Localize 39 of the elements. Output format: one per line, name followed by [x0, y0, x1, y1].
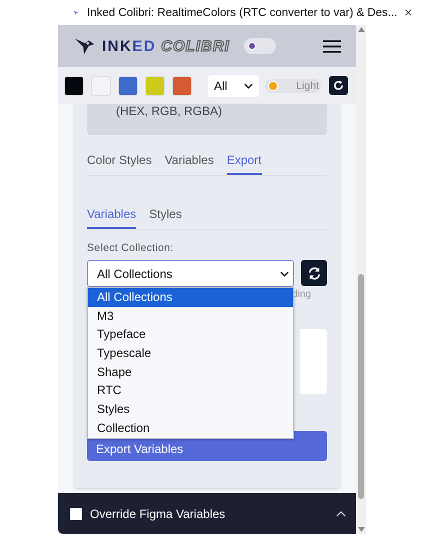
bird-logo-icon	[74, 36, 96, 56]
tab[interactable]: Styles	[149, 207, 182, 229]
scrollbar[interactable]	[356, 25, 366, 534]
theme-toggle[interactable]	[244, 38, 276, 54]
tab[interactable]: Export	[226, 153, 262, 175]
tab[interactable]: Variables	[164, 153, 214, 175]
dropdown-option[interactable]: Typeface	[88, 325, 293, 344]
close-icon[interactable]	[405, 7, 412, 18]
color-swatch[interactable]	[118, 76, 138, 96]
color-swatch[interactable]	[172, 76, 192, 96]
filter-select[interactable]: All	[208, 74, 259, 96]
dropdown-option[interactable]: Styles	[88, 400, 293, 419]
dropdown-option[interactable]: All Collections	[88, 288, 293, 307]
logo-text: COLIBRI	[161, 38, 230, 54]
menu-icon[interactable]	[323, 40, 341, 52]
caret-icon	[280, 270, 289, 276]
caret-icon	[244, 82, 253, 88]
scroll-up-icon[interactable]	[358, 27, 364, 32]
checkbox-label: Override Figma Variables	[90, 506, 226, 520]
refresh-icon	[333, 80, 344, 91]
dropdown-option[interactable]: M3	[88, 306, 293, 326]
scroll-down-icon[interactable]	[358, 527, 364, 532]
checkbox[interactable]	[70, 508, 82, 520]
format-note: (HEX, RGB, RGBA)	[87, 104, 327, 135]
tab[interactable]: Variables	[87, 207, 136, 229]
color-swatch[interactable]	[145, 76, 165, 96]
color-swatch[interactable]	[91, 76, 111, 96]
dropdown-option[interactable]: Typescale	[88, 344, 293, 363]
tab[interactable]: Color Styles	[87, 153, 152, 175]
dropdown-option[interactable]: Shape	[88, 362, 293, 382]
sync-icon	[306, 266, 322, 280]
field-label: Select Collection:	[87, 242, 175, 254]
sync-button[interactable]	[301, 260, 327, 286]
color-swatch[interactable]	[64, 76, 84, 96]
page-title: Inked Colibri: RealtimeColors (RTC converter to var) & Des...	[87, 6, 398, 18]
dropdown-option[interactable]: RTC	[88, 381, 293, 400]
collection-select[interactable]: All Collections	[87, 260, 294, 287]
chevron-up-icon[interactable]	[336, 510, 346, 516]
refresh-button[interactable]	[329, 76, 348, 95]
